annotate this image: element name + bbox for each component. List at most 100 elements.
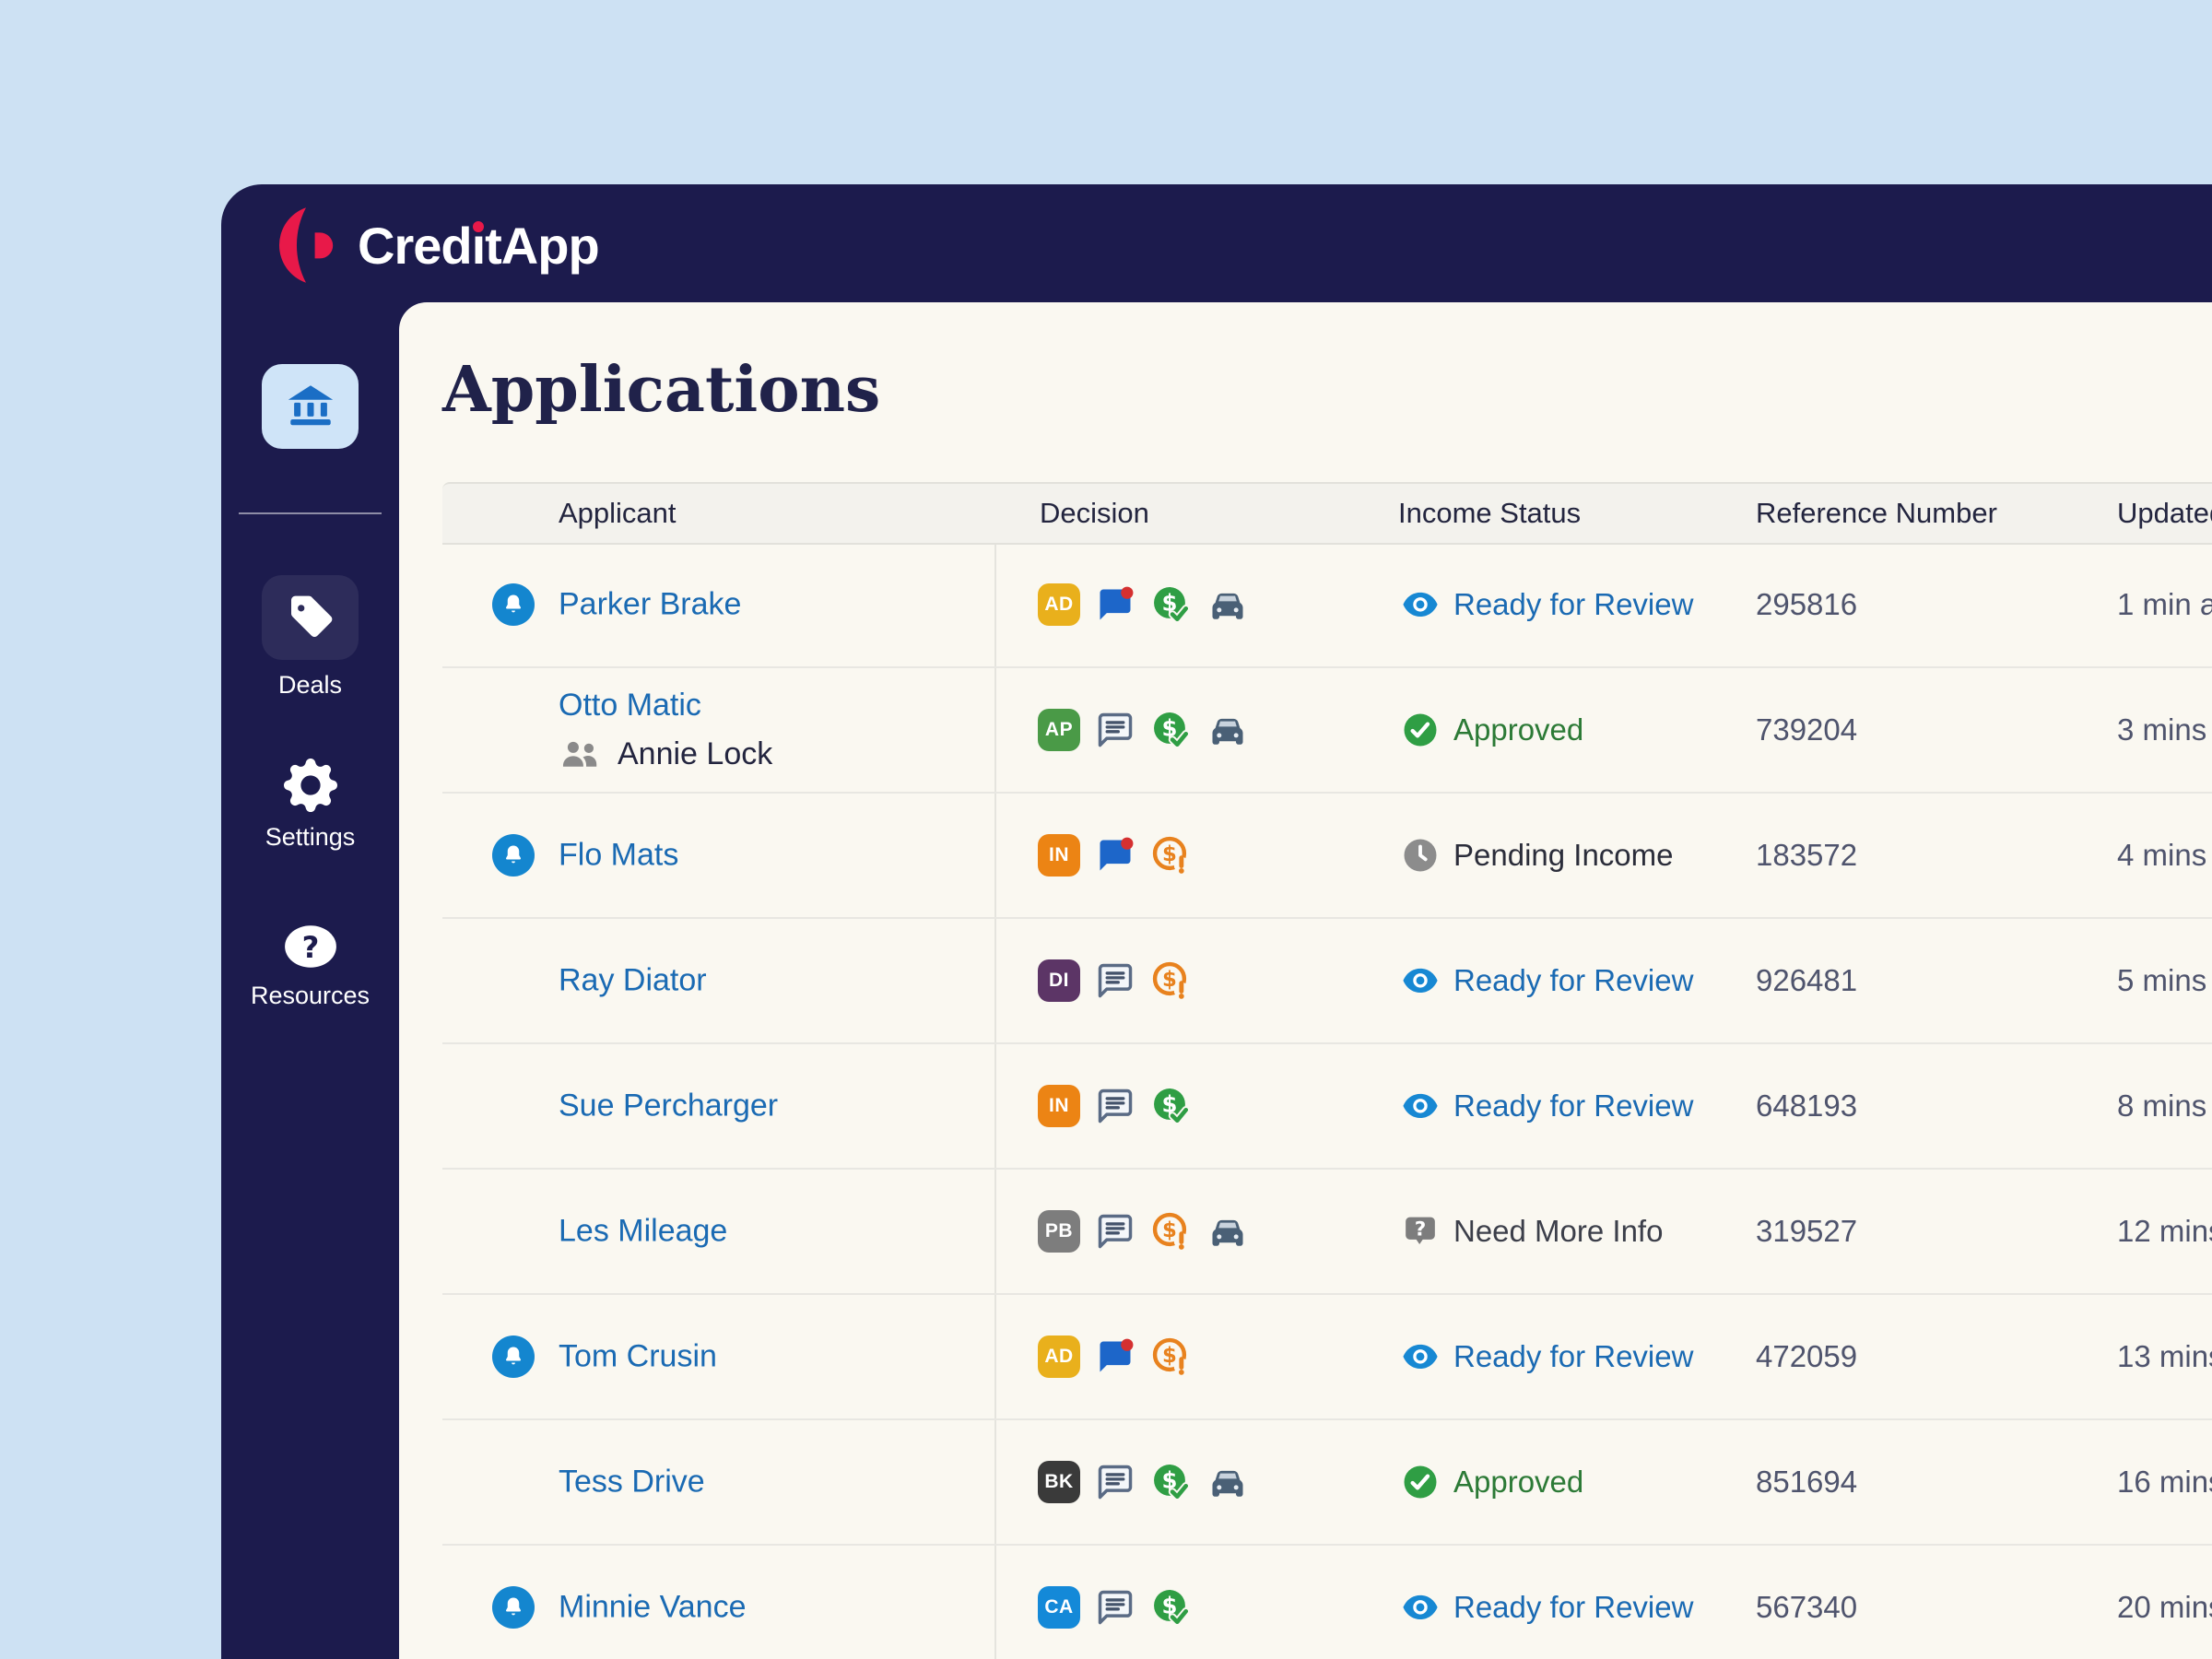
chat-unread-icon[interactable] (1094, 1335, 1136, 1378)
sidebar-item-applications[interactable] (221, 364, 399, 449)
notification-bell-icon (492, 834, 535, 877)
decision-badge[interactable]: AD (1038, 1335, 1080, 1378)
applicant-link[interactable]: Tom Crusin (559, 1339, 717, 1375)
decision-badge[interactable]: BK (1038, 1461, 1080, 1503)
income-status-cell: Ready for Review (1402, 962, 1693, 999)
decision-badge[interactable]: CA (1038, 1586, 1080, 1629)
car-icon[interactable] (1206, 1210, 1249, 1253)
table-row[interactable]: Sue Percharger IN $ Ready for Review 648… (442, 1044, 2212, 1170)
chat-unread-icon[interactable] (1094, 834, 1136, 877)
income-status-label: Approved (1453, 1465, 1584, 1499)
dollar-warning-icon[interactable]: $ (1150, 959, 1193, 1002)
income-status-label: Ready for Review (1453, 587, 1694, 621)
applicant-link[interactable]: Minnie Vance (559, 1590, 747, 1626)
table-row[interactable]: Parker Brake AD $ Ready for Review 29581… (442, 543, 2212, 668)
income-status-cell: Ready for Review (1402, 586, 1693, 623)
car-icon[interactable] (1206, 709, 1249, 751)
applicant-link[interactable]: Parker Brake (559, 587, 741, 623)
dollar-approved-icon[interactable]: $ (1150, 583, 1193, 626)
applicant-link[interactable]: Les Mileage (559, 1214, 727, 1250)
dollar-approved-icon[interactable]: $ (1150, 1586, 1193, 1629)
table-row[interactable]: Ray Diator DI $ Ready for Review 926481 … (442, 919, 2212, 1044)
header-reference-number[interactable]: Reference Number (1756, 484, 1997, 543)
chat-notes-icon[interactable] (1094, 1085, 1136, 1127)
decision-badge[interactable]: IN (1038, 1085, 1080, 1127)
table-row[interactable]: Otto Matic Annie Lock AP $ Approved 7392… (442, 668, 2212, 794)
header-updated[interactable]: Updated (2117, 484, 2212, 543)
decision-badge[interactable]: DI (1038, 959, 1080, 1002)
decision-cell: BK $ (1038, 1461, 1249, 1503)
sidebar: Deals Settings ? Resources (221, 302, 399, 1659)
clock-icon (1402, 837, 1439, 874)
sidebar-label-resources: Resources (250, 982, 371, 1009)
updated-time: 3 mins ago (2117, 712, 2212, 747)
sidebar-label-settings: Settings (265, 823, 356, 851)
header-applicant[interactable]: Applicant (559, 484, 677, 543)
income-status-cell: Ready for Review (1402, 1088, 1693, 1124)
sidebar-item-settings[interactable]: Settings (221, 759, 399, 852)
dollar-approved-icon[interactable]: $ (1150, 709, 1193, 751)
table-row[interactable]: Minnie Vance CA $ Ready for Review 56734… (442, 1546, 2212, 1659)
app-window: CredıtApp Deals Settings ? Resources App… (221, 184, 2212, 1659)
chat-notes-icon[interactable] (1094, 1461, 1136, 1503)
updated-time: 4 mins ago (2117, 838, 2212, 872)
check-circle-icon (1402, 712, 1439, 748)
income-status-cell: ? Need More Info (1402, 1213, 1663, 1250)
sidebar-label-deals: Deals (277, 671, 343, 699)
chat-unread-icon[interactable] (1094, 583, 1136, 626)
table-row[interactable]: Les Mileage PB $ ? Need More Info 319527… (442, 1170, 2212, 1295)
co-applicant-name: Annie Lock (618, 736, 773, 771)
chat-notes-icon[interactable] (1094, 1586, 1136, 1629)
applicant-link[interactable]: Tess Drive (559, 1465, 705, 1500)
table-row[interactable]: Flo Mats IN $ Pending Income 183572 4 mi… (442, 794, 2212, 919)
chat-notes-icon[interactable] (1094, 959, 1136, 1002)
decision-cell: AD $ (1038, 583, 1249, 626)
updated-time: 20 mins ago (2117, 1590, 2212, 1624)
dollar-warning-icon[interactable]: $ (1150, 1335, 1193, 1378)
updated-time: 8 mins ago (2117, 1088, 2212, 1123)
income-status-label: Ready for Review (1453, 1088, 1694, 1123)
reference-number: 295816 (1756, 587, 1858, 621)
sidebar-item-resources[interactable]: ? Resources (221, 923, 399, 1010)
decision-cell: AD $ (1038, 1335, 1193, 1378)
reference-number: 183572 (1756, 838, 1858, 872)
header-decision[interactable]: Decision (1040, 484, 1149, 543)
reference-number: 319527 (1756, 1214, 1858, 1248)
header-income-status[interactable]: Income Status (1398, 484, 1581, 543)
question-icon: ? (284, 925, 336, 968)
reference-number: 851694 (1756, 1465, 1858, 1499)
income-status-label: Approved (1453, 712, 1584, 747)
page-title: Applications (442, 353, 881, 427)
applicant-link[interactable]: Otto Matic (559, 688, 772, 724)
table-row[interactable]: Tom Crusin AD $ Ready for Review 472059 … (442, 1295, 2212, 1420)
decision-badge[interactable]: AD (1038, 583, 1080, 626)
dollar-approved-icon[interactable]: $ (1150, 1461, 1193, 1503)
chat-notes-icon[interactable] (1094, 709, 1136, 751)
car-icon[interactable] (1206, 583, 1249, 626)
table-row[interactable]: Tess Drive BK $ Approved 851694 16 mins … (442, 1420, 2212, 1546)
applicant-link[interactable]: Ray Diator (559, 963, 707, 999)
dollar-approved-icon[interactable]: $ (1150, 1085, 1193, 1127)
decision-cell: CA $ (1038, 1586, 1193, 1629)
car-icon[interactable] (1206, 1461, 1249, 1503)
decision-badge[interactable]: IN (1038, 834, 1080, 877)
updated-time: 16 mins ago (2117, 1465, 2212, 1499)
notification-bell-icon (492, 1586, 535, 1629)
applicant-link[interactable]: Sue Percharger (559, 1088, 778, 1124)
eye-icon (1402, 586, 1439, 623)
decision-cell: IN $ (1038, 1085, 1193, 1127)
table-header: Applicant Decision Income Status Referen… (442, 482, 2212, 545)
sidebar-item-deals[interactable]: Deals (221, 575, 399, 700)
income-status-cell: Approved (1402, 712, 1583, 748)
creditapp-logo-icon (278, 207, 334, 283)
decision-badge[interactable]: AP (1038, 709, 1080, 751)
reference-number: 926481 (1756, 963, 1858, 997)
app-logo[interactable]: CredıtApp (262, 203, 600, 288)
chat-notes-icon[interactable] (1094, 1210, 1136, 1253)
dollar-warning-icon[interactable]: $ (1150, 1210, 1193, 1253)
dollar-warning-icon[interactable]: $ (1150, 834, 1193, 877)
decision-cell: IN $ (1038, 834, 1193, 877)
applicant-link[interactable]: Flo Mats (559, 838, 678, 874)
decision-badge[interactable]: PB (1038, 1210, 1080, 1253)
check-circle-icon (1402, 1464, 1439, 1500)
